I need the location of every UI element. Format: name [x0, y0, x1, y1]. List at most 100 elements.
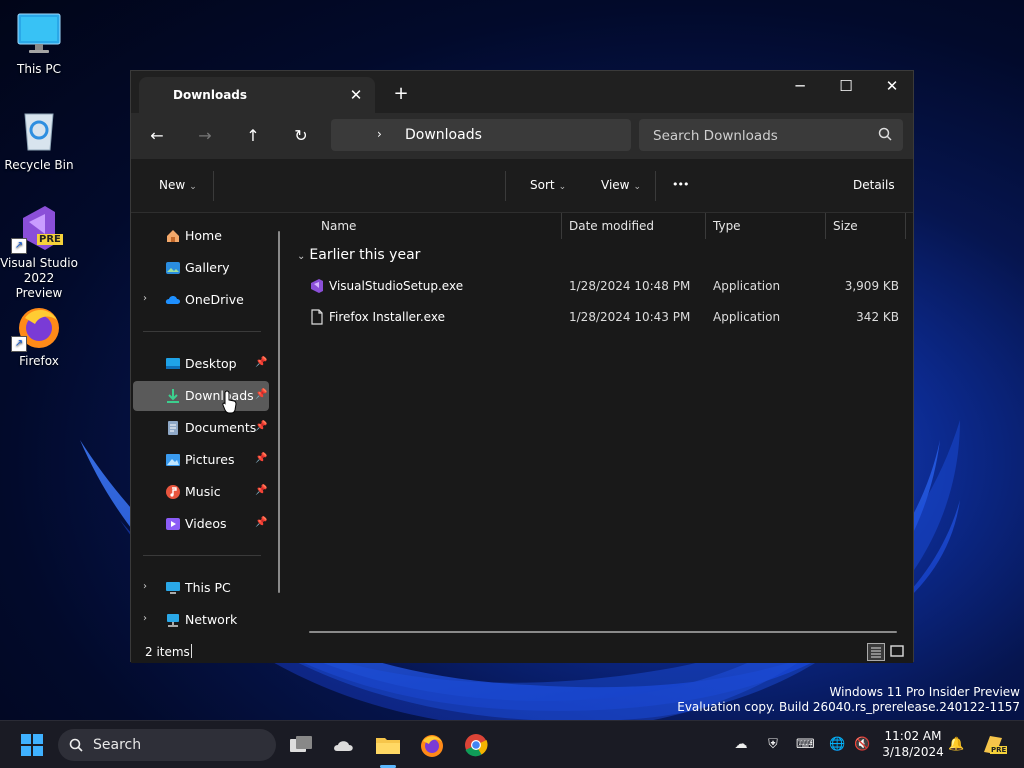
file-list: Name Date modified Type Size ⌄ Earlier th… [289, 213, 915, 641]
new-button[interactable]: New ⌄ [159, 178, 197, 192]
expand-chevron-icon[interactable]: › [143, 613, 147, 624]
desktop-icon-firefox[interactable]: ↗ Firefox [0, 302, 78, 369]
network-icon [167, 614, 179, 627]
system-clock[interactable]: 11:02 AM 3/18/2024 [878, 728, 948, 760]
shortcut-arrow-icon: ↗ [11, 238, 27, 254]
taskbar-chrome[interactable] [460, 729, 492, 761]
sidebar-item-gallery[interactable]: Gallery [133, 253, 269, 283]
taskbar-firefox[interactable] [416, 729, 448, 761]
column-separator[interactable] [561, 213, 562, 239]
speaker-muted-icon[interactable]: 🔇 [854, 737, 870, 753]
up-button[interactable]: ↑ [239, 123, 267, 149]
cloud-offline-icon[interactable]: ☁ [733, 737, 749, 753]
new-label: New [159, 178, 186, 192]
sidebar-item-desktop[interactable]: Desktop 📌 [133, 349, 269, 379]
forward-button[interactable]: → [191, 123, 219, 149]
sidebar-item-label: Videos [185, 516, 227, 531]
sidebar-item-videos[interactable]: Videos 📌 [133, 509, 269, 539]
view-label: View [601, 178, 630, 192]
minimize-button[interactable]: ─ [777, 71, 823, 101]
sidebar-item-downloads[interactable]: Downloads 📌 [133, 381, 269, 411]
desktop-icon-this-pc[interactable]: This PC [0, 10, 78, 77]
clock-time: 11:02 AM [884, 729, 942, 743]
file-explorer-window: Downloads ✕ + ─ ☐ ✕ ← → ↑ ↻ › Downloads … [130, 70, 915, 663]
maximize-button[interactable]: ☐ [823, 71, 869, 101]
notification-bell-icon[interactable]: 🔔 [948, 737, 964, 753]
horizontal-scrollbar[interactable] [309, 631, 897, 633]
sidebar-item-documents[interactable]: Documents 📌 [133, 413, 269, 443]
sidebar-item-label: Documents [185, 420, 257, 435]
column-separator[interactable] [825, 213, 826, 239]
taskbar-file-explorer[interactable] [372, 729, 404, 768]
keyboard-icon[interactable]: ⌨ [796, 737, 815, 753]
column-header-date-modified[interactable]: Date modified [569, 219, 654, 233]
build-watermark: Evaluation copy. Build 26040.rs_prerelea… [677, 700, 1020, 714]
tiles-view-button[interactable] [889, 643, 907, 661]
expand-chevron-icon[interactable]: › [143, 581, 147, 592]
task-view-button[interactable] [285, 729, 317, 761]
weather-icon [334, 741, 353, 751]
taskbar: Search ☁ ⛨ ⌨ 🌐 🔇 11:02 AM 3/18/2024 🔔 PR… [0, 720, 1024, 768]
sidebar-item-network[interactable]: › Network [133, 605, 269, 635]
chevron-down-icon: ⌄ [633, 182, 642, 192]
details-button[interactable]: Details [853, 178, 895, 192]
new-tab-button[interactable]: + [389, 83, 413, 107]
pre-badge: PRE [37, 234, 63, 245]
more-options-button[interactable]: ••• [672, 178, 689, 191]
breadcrumb-downloads[interactable]: Downloads [405, 127, 482, 143]
sidebar-item-label: OneDrive [185, 292, 244, 307]
group-header[interactable]: ⌄ Earlier this year [297, 247, 420, 263]
desktop-icon-recycle-bin[interactable]: Recycle Bin [0, 106, 78, 173]
tab-downloads[interactable]: Downloads ✕ [139, 77, 375, 113]
computer-icon [166, 582, 180, 594]
taskbar-search[interactable]: Search [58, 729, 276, 761]
security-shield-icon[interactable]: ⛨ [765, 737, 781, 753]
sidebar-item-music[interactable]: Music 📌 [133, 477, 269, 507]
view-button[interactable]: View ⌄ [601, 178, 641, 192]
sidebar-item-label: Network [185, 612, 238, 627]
collapse-chevron-icon[interactable]: ⌄ [297, 251, 305, 262]
column-separator[interactable] [905, 213, 906, 239]
address-bar[interactable]: › Downloads [331, 119, 631, 151]
close-button[interactable]: ✕ [869, 71, 915, 101]
pin-icon: 📌 [255, 517, 268, 528]
visual-studio-installer-icon [311, 279, 323, 293]
pictures-icon [166, 454, 180, 466]
desktop-icon [166, 358, 180, 369]
sidebar-scrollbar[interactable] [278, 231, 280, 593]
tab-close-icon[interactable]: ✕ [345, 84, 367, 106]
start-button[interactable] [16, 729, 48, 761]
widgets-button[interactable] [329, 729, 361, 761]
gallery-icon [166, 262, 180, 274]
expand-chevron-icon[interactable]: › [143, 293, 147, 304]
download-icon [167, 389, 179, 403]
column-header-name[interactable]: Name [321, 219, 356, 233]
search-input[interactable] [651, 125, 875, 147]
hand-cursor-icon [222, 390, 237, 414]
sidebar-item-this-pc[interactable]: › This PC [133, 573, 269, 603]
desktop-icon-label: Visual Studio 2022 Preview [0, 256, 78, 300]
column-header-size[interactable]: Size [833, 219, 858, 233]
clock-date: 3/18/2024 [882, 745, 944, 759]
sidebar-item-label: Downloads [185, 388, 254, 403]
back-button[interactable]: ← [143, 123, 171, 149]
sidebar-item-home[interactable]: Home [133, 221, 269, 251]
sort-button[interactable]: Sort ⌄ [530, 178, 566, 192]
sidebar-item-label: Home [185, 228, 222, 243]
details-view-button[interactable] [867, 643, 885, 661]
column-header-type[interactable]: Type [713, 219, 741, 233]
search-box[interactable] [639, 119, 903, 151]
file-row[interactable]: Firefox Installer.exe 1/28/2024 10:43 PM… [289, 302, 907, 332]
sidebar-item-pictures[interactable]: Pictures 📌 [133, 445, 269, 475]
globe-network-icon[interactable]: 🌐 [829, 737, 845, 753]
sidebar-item-onedrive[interactable]: › OneDrive [133, 285, 269, 315]
refresh-button[interactable]: ↻ [287, 123, 315, 149]
copilot-preview-button[interactable]: PRE [980, 732, 1008, 758]
column-separator[interactable] [705, 213, 706, 239]
command-bar: New ⌄ Sort ⌄ View ⌄ ••• Details [131, 159, 913, 213]
divider [143, 331, 261, 332]
file-row[interactable]: VisualStudioSetup.exe 1/28/2024 10:48 PM… [289, 271, 907, 301]
desktop-icon-visual-studio[interactable]: PRE ↗ Visual Studio 2022 Preview [0, 204, 78, 301]
separator [505, 171, 506, 201]
shortcut-arrow-icon: ↗ [11, 336, 27, 352]
